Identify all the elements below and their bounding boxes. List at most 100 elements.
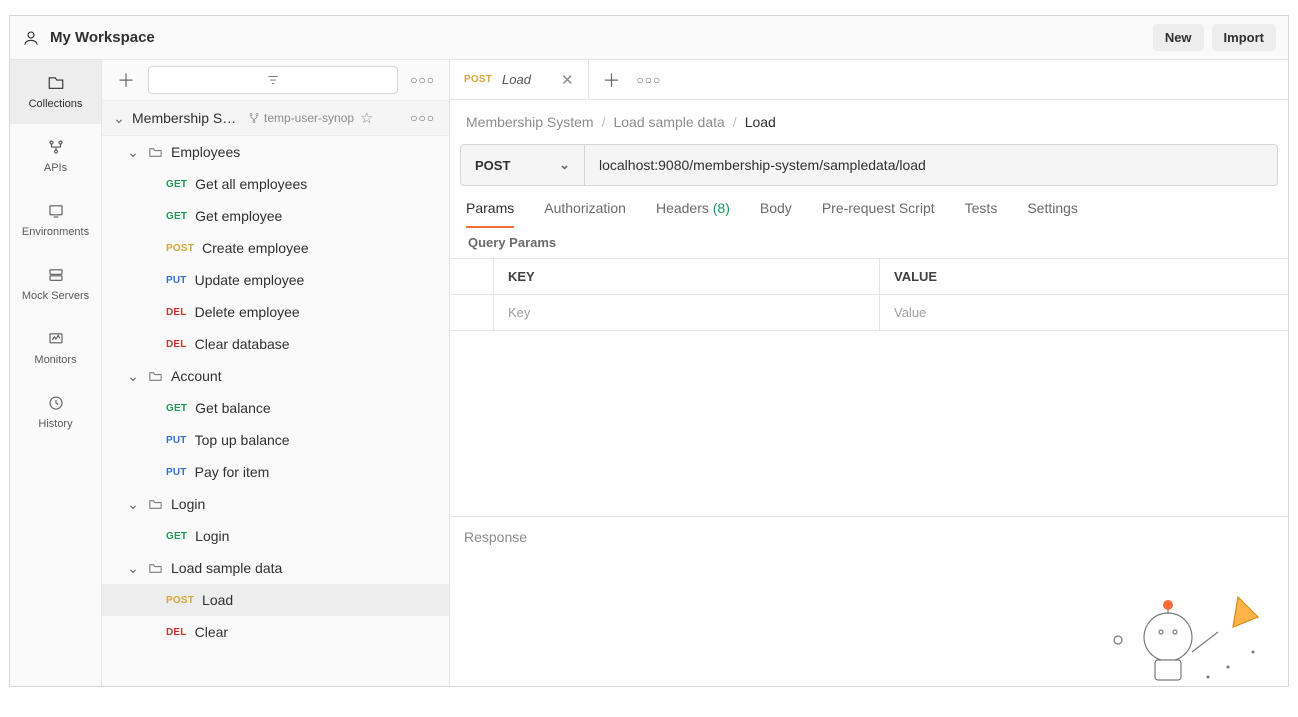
nav-history[interactable]: History <box>10 380 101 444</box>
add-collection-button[interactable]: ＋ <box>112 66 140 94</box>
workspace-name: My Workspace <box>50 29 155 46</box>
chevron-down-icon: ⌄ <box>126 368 140 385</box>
collections-sidebar: ＋ ○○○ ⌄ Membership Sys... temp-user-syno… <box>102 60 450 686</box>
monitors-icon <box>47 330 65 348</box>
filter-icon <box>266 73 280 87</box>
content-pane: POST Load ✕ ＋ ○○○ Membership System / Lo… <box>450 60 1288 686</box>
request-row[interactable]: DEL Delete employee <box>102 296 449 328</box>
request-name: Top up balance <box>195 432 290 448</box>
folder-icon <box>148 497 163 512</box>
method-badge: DEL <box>166 307 187 318</box>
close-icon[interactable]: ✕ <box>561 71 574 89</box>
method-badge: DEL <box>166 627 187 638</box>
star-icon[interactable]: ☆ <box>360 109 373 127</box>
col-key: KEY <box>494 259 880 295</box>
request-row[interactable]: GETGet employee <box>102 200 449 232</box>
breadcrumb-folder[interactable]: Load sample data <box>613 114 724 130</box>
nav-environments[interactable]: Environments <box>10 188 101 252</box>
nav-mock-servers[interactable]: Mock Servers <box>10 252 101 316</box>
params-table: KEY VALUE <box>450 258 1288 331</box>
folder-row[interactable]: ⌄ Account <box>102 360 449 392</box>
request-name: Clear <box>195 624 228 640</box>
tab-tests[interactable]: Tests <box>965 200 998 227</box>
request-row[interactable]: GET Get all employees <box>102 168 449 200</box>
chevron-down-icon: ⌄ <box>559 157 570 173</box>
request-name: Delete employee <box>195 304 300 320</box>
nav-strip: Collections APIs Environments Mock Serve… <box>10 60 102 686</box>
collections-icon <box>47 74 65 92</box>
request-row[interactable]: GETLogin <box>102 520 449 552</box>
request-row[interactable]: PUT Update employee <box>102 264 449 296</box>
apis-icon <box>47 138 65 156</box>
method-badge: GET <box>166 403 187 414</box>
chevron-down-icon: ⌄ <box>126 144 140 161</box>
new-button[interactable]: New <box>1153 24 1204 51</box>
collection-tree: ⌄EmployeesGETGet all employeesGETGet emp… <box>102 136 449 686</box>
request-row[interactable]: POST Load <box>102 584 449 616</box>
request-name: Update employee <box>195 272 305 288</box>
request-name: Pay for item <box>195 464 270 480</box>
folder-row[interactable]: ⌄ Employees <box>102 136 449 168</box>
response-area: Response <box>450 516 1288 686</box>
tab-prerequest[interactable]: Pre-request Script <box>822 200 935 227</box>
tab-settings[interactable]: Settings <box>1027 200 1078 227</box>
request-row[interactable]: GET Get balance <box>102 392 449 424</box>
request-name: Get employee <box>195 208 282 224</box>
person-icon <box>22 29 40 47</box>
method-badge: POST <box>166 243 194 254</box>
breadcrumb-collection[interactable]: Membership System <box>466 114 594 130</box>
folder-name: Employees <box>171 144 240 160</box>
tab-body[interactable]: Body <box>760 200 792 227</box>
nav-monitors[interactable]: Monitors <box>10 316 101 380</box>
request-row[interactable]: PUTPay for item <box>102 456 449 488</box>
chevron-down-icon: ⌄ <box>126 496 140 513</box>
chevron-down-icon: ⌄ <box>126 560 140 577</box>
method-badge: PUT <box>166 275 187 286</box>
folder-name: Load sample data <box>171 560 282 576</box>
tab-authorization[interactable]: Authorization <box>544 200 626 227</box>
astronaut-illustration <box>1108 582 1268 686</box>
folder-icon <box>148 369 163 384</box>
tab-headers[interactable]: Headers (8) <box>656 200 730 227</box>
request-tab[interactable]: POST Load ✕ <box>450 60 589 99</box>
request-name: Get all employees <box>195 176 307 192</box>
workspace-selector[interactable]: My Workspace <box>22 29 155 47</box>
sidebar-more-button[interactable]: ○○○ <box>406 69 439 91</box>
new-tab-button[interactable]: ＋ <box>603 67 621 93</box>
breadcrumb: Membership System / Load sample data / L… <box>450 100 1288 144</box>
tab-params[interactable]: Params <box>466 200 514 228</box>
request-row[interactable]: DEL Clear <box>102 616 449 648</box>
method-badge: GET <box>166 179 187 190</box>
folder-row[interactable]: ⌄Login <box>102 488 449 520</box>
request-bar: POST ⌄ <box>460 144 1278 186</box>
method-badge: POST <box>166 595 194 606</box>
nav-apis[interactable]: APIs <box>10 124 101 188</box>
request-row[interactable]: POST Create employee <box>102 232 449 264</box>
request-name: Load <box>202 592 233 608</box>
branch-chip[interactable]: temp-user-synop <box>248 111 354 125</box>
folder-icon <box>148 561 163 576</box>
tab-more-button[interactable]: ○○○ <box>637 73 662 87</box>
history-icon <box>47 394 65 412</box>
param-key-input[interactable] <box>508 305 865 320</box>
request-row[interactable]: PUTTop up balance <box>102 424 449 456</box>
nav-collections[interactable]: Collections <box>10 60 101 124</box>
collection-header[interactable]: ⌄ Membership Sys... temp-user-synop ☆ ○○… <box>102 100 449 136</box>
param-value-input[interactable] <box>894 305 1274 320</box>
collection-more-button[interactable]: ○○○ <box>406 107 439 129</box>
request-name: Login <box>195 528 229 544</box>
url-input[interactable] <box>585 145 1277 185</box>
request-name: Get balance <box>195 400 271 416</box>
tab-bar: POST Load ✕ ＋ ○○○ <box>450 60 1288 100</box>
request-name: Clear database <box>195 336 290 352</box>
import-button[interactable]: Import <box>1212 24 1276 51</box>
request-row[interactable]: DELClear database <box>102 328 449 360</box>
col-value: VALUE <box>880 259 1288 295</box>
folder-name: Account <box>171 368 222 384</box>
request-name: Create employee <box>202 240 309 256</box>
folder-row[interactable]: ⌄ Load sample data <box>102 552 449 584</box>
method-select[interactable]: POST ⌄ <box>461 145 585 185</box>
environments-icon <box>47 202 65 220</box>
filter-input[interactable] <box>148 66 398 94</box>
top-bar: My Workspace New Import <box>10 16 1288 60</box>
